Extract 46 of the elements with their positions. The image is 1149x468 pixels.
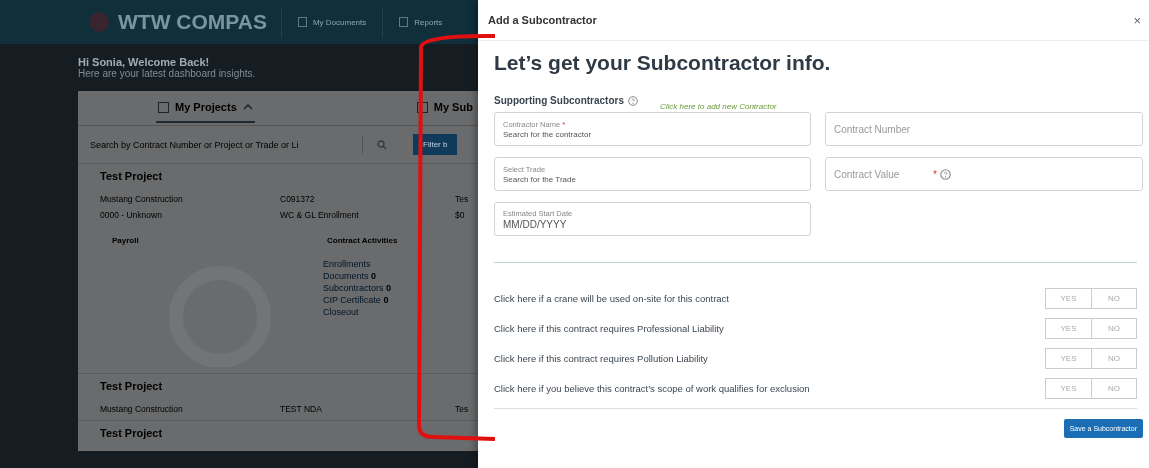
activity-link[interactable]: Closeout	[323, 307, 398, 317]
folder-icon	[416, 101, 428, 113]
form-heading: Let’s get your Subcontractor info.	[494, 51, 832, 75]
search-field[interactable]: Search by Contract Number or Project or Trade or Li	[88, 135, 363, 154]
activity-link[interactable]: Documents 0	[323, 271, 398, 281]
section-title: Supporting Subcontractors	[494, 95, 624, 106]
help-icon	[628, 95, 638, 106]
close-button[interactable]: ×	[1129, 10, 1145, 30]
activity-link[interactable]: CIP Certificate 0	[323, 295, 398, 305]
project-value: 0000 - Unknown	[100, 210, 163, 220]
project-title: Test Project	[100, 380, 164, 392]
activities-title: Contract Activities	[327, 236, 398, 245]
project-value: TEST NDA	[280, 404, 323, 414]
tab[interactable]: My Sub	[414, 93, 475, 123]
payroll-title: Payroll	[112, 236, 139, 245]
activity-link[interactable]: Enrollments	[323, 259, 398, 269]
dialog-title: Add a Subcontractor	[488, 14, 597, 26]
question-text: Click here if this contract requires Pollution Liability	[494, 352, 708, 364]
question-text: Click here if you believe this contract’s scope of work qualifies for exclusion	[494, 382, 810, 394]
caret-icon	[242, 104, 253, 110]
project-value: Mustang Construction	[100, 404, 184, 414]
project-value: C091372	[280, 194, 316, 204]
add-contractor-link[interactable]: Click here to add new Contractor	[660, 102, 777, 111]
project-value: $0	[455, 210, 465, 220]
project-value: Tes	[455, 404, 469, 414]
document-icon	[297, 17, 307, 27]
filter-button[interactable]: Filter b	[413, 134, 458, 155]
project-value: WC & GL Enrollment	[280, 210, 360, 220]
project-title: Test Project	[100, 170, 164, 182]
search-icon	[377, 139, 387, 150]
folder-icon	[158, 101, 169, 113]
activity-link[interactable]: Subcontractors 0	[323, 283, 398, 293]
question-text: Click here if a crane will be used on-site for this contract	[494, 292, 729, 304]
tab[interactable]: My Projects	[156, 93, 255, 123]
project-value: Mustang Construction	[100, 194, 184, 204]
question-text: Click here if this contract requires Professional Liability	[494, 322, 724, 334]
project-value: Tes	[455, 194, 469, 204]
nav-link[interactable]: Reports	[391, 17, 451, 27]
project-title: Test Project	[100, 427, 164, 439]
greeting: Hi Sonia, Welcome Back!	[78, 56, 211, 68]
required-mark: *	[933, 168, 937, 180]
dashboard-subtitle: Here are your latest dashboard insights.	[78, 68, 257, 79]
document-icon	[399, 17, 409, 27]
logo-icon	[88, 11, 110, 33]
nav-link[interactable]: My Documents	[289, 17, 375, 27]
brand-name: WTW COMPAS	[118, 10, 267, 34]
